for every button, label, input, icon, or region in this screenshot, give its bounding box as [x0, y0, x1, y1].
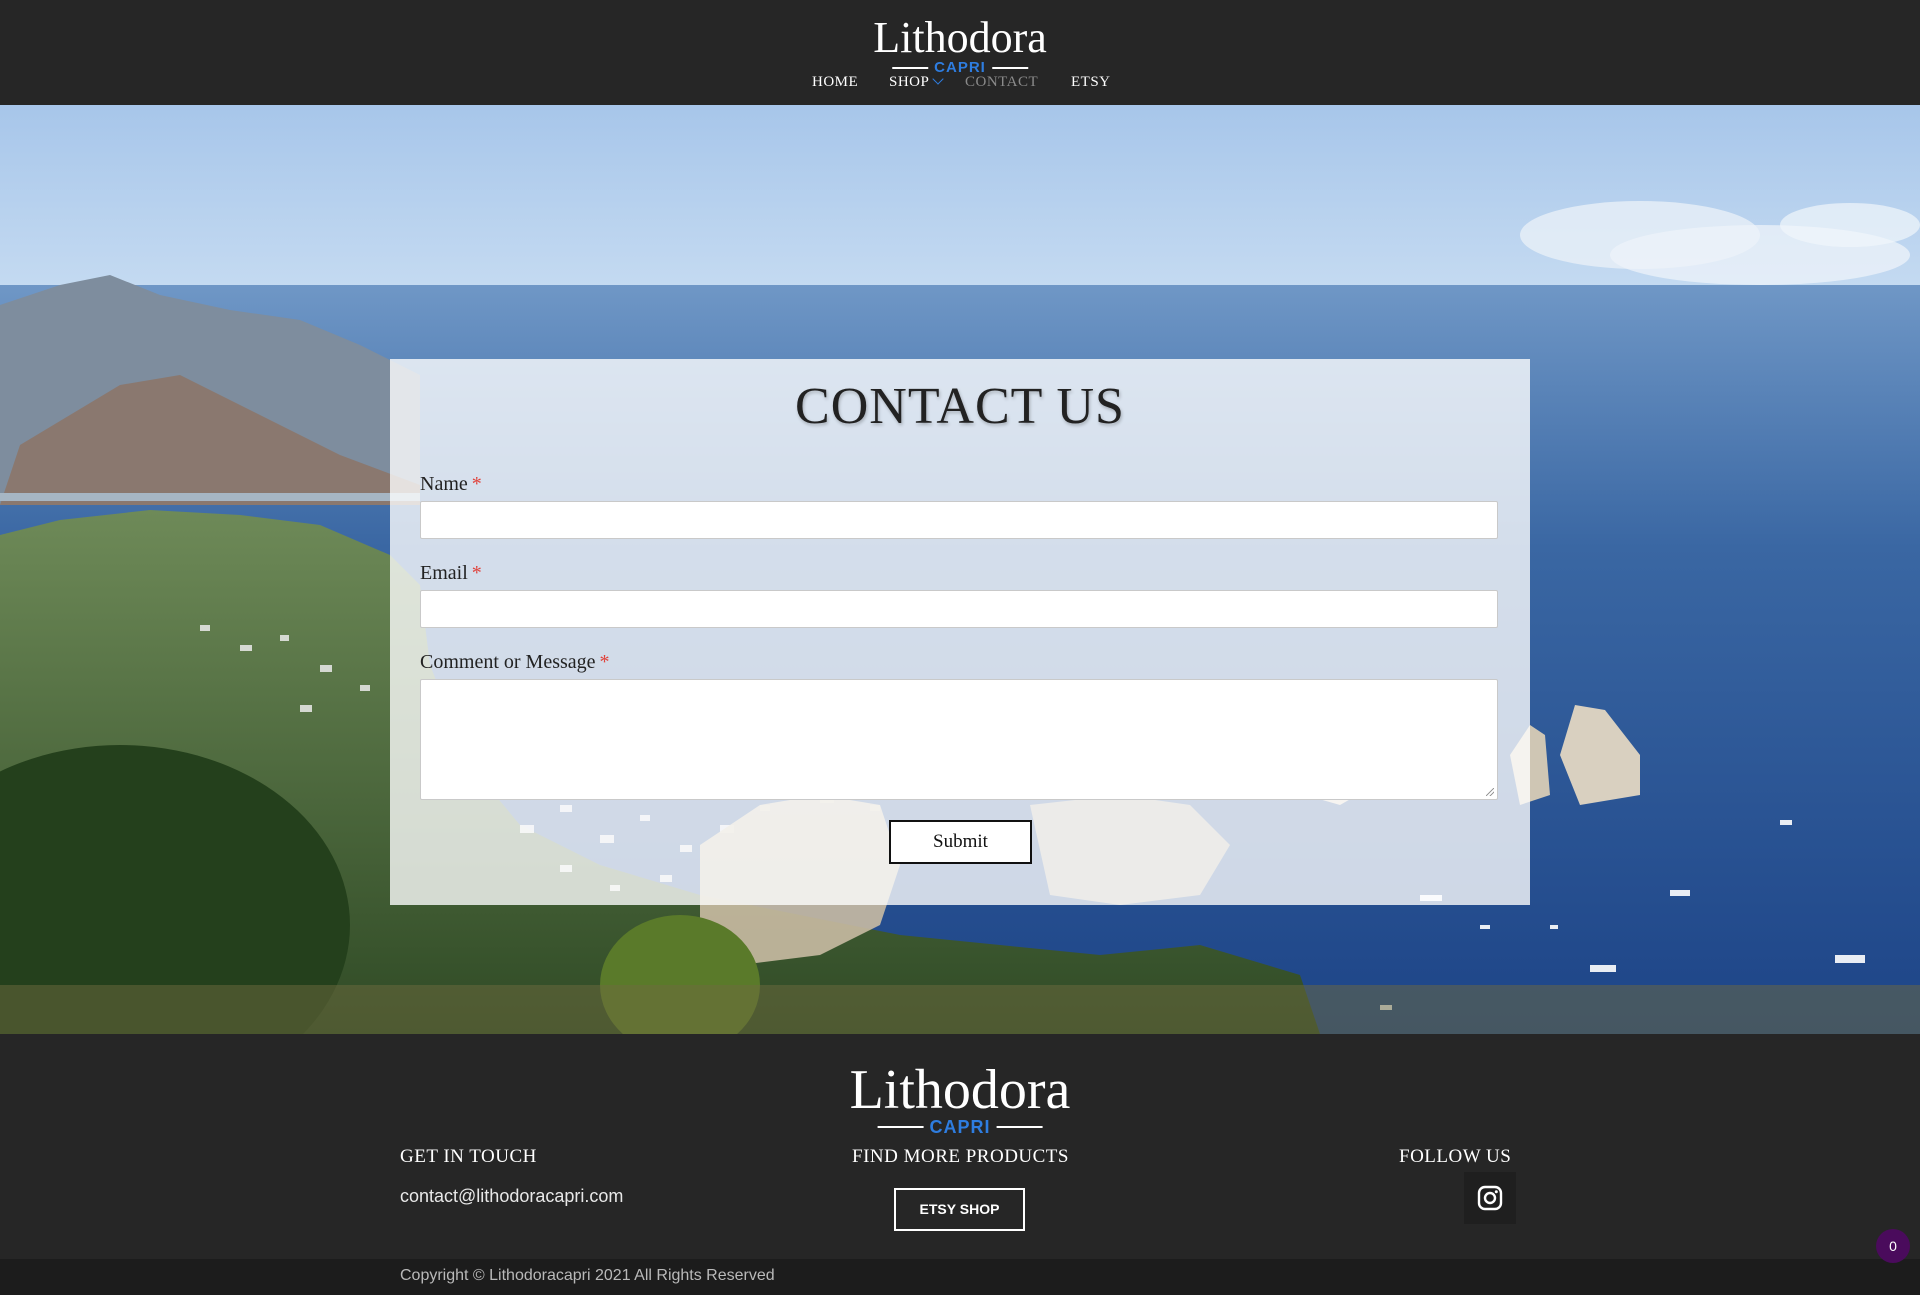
- footer-logo-wordmark: Lithodora: [849, 1059, 1071, 1121]
- required-marker: *: [471, 473, 482, 495]
- logo-subtitle-text: CAPRI: [934, 59, 986, 76]
- instagram-link[interactable]: [1464, 1172, 1516, 1224]
- etsy-shop-button[interactable]: ETSY SHOP: [894, 1188, 1025, 1231]
- contact-email-link[interactable]: contact@lithodoracapri.com: [400, 1186, 623, 1207]
- message-label-text: Comment or Message: [420, 651, 596, 673]
- name-field[interactable]: [420, 501, 1498, 539]
- logo-subtitle: CAPRI: [873, 60, 1047, 75]
- required-marker: *: [471, 562, 482, 584]
- footer-logo[interactable]: Lithodora CAPRI: [850, 1062, 1071, 1136]
- logo-rule-left: [892, 66, 929, 69]
- copyright-bar: Copyright © Lithodoracapri 2021 All Righ…: [0, 1259, 1920, 1295]
- page-title: CONTACT US: [795, 378, 1125, 435]
- instagram-icon: [1477, 1185, 1503, 1211]
- get-in-touch-heading: GET IN TOUCH: [400, 1146, 537, 1167]
- name-label: Name *: [420, 473, 482, 496]
- required-marker: *: [599, 651, 610, 673]
- copyright-text: Copyright © Lithodoracapri 2021 All Righ…: [400, 1267, 775, 1284]
- logo-wordmark: Lithodora: [873, 13, 1047, 62]
- footer-logo-rule-right: [996, 1126, 1043, 1128]
- footer-logo-rule-left: [877, 1126, 924, 1128]
- nav-home[interactable]: HOME: [812, 74, 858, 91]
- email-label: Email *: [420, 562, 482, 585]
- email-field[interactable]: [420, 590, 1498, 628]
- submit-button[interactable]: Submit: [889, 820, 1032, 864]
- header-logo[interactable]: Lithodora CAPRI: [873, 13, 1047, 76]
- logo-rule-right: [991, 66, 1028, 69]
- nav-contact[interactable]: CONTACT: [965, 74, 1038, 91]
- resize-handle[interactable]: [1486, 788, 1494, 796]
- nav-etsy[interactable]: ETSY: [1071, 74, 1111, 91]
- footer-logo-subtitle-text: CAPRI: [929, 1117, 991, 1137]
- nav-shop-label: SHOP: [889, 74, 930, 90]
- message-textarea[interactable]: [420, 679, 1498, 800]
- hero-background-image: CONTACT US Name * Email * Comment or Messa…: [0, 105, 1920, 1034]
- site-footer: Lithodora CAPRI GET IN TOUCH contact@lit…: [0, 1034, 1920, 1259]
- site-header: Lithodora CAPRI HOME SHOP CONTACT ETSY: [0, 0, 1920, 105]
- chevron-down-icon[interactable]: [932, 73, 945, 85]
- nav-shop[interactable]: SHOP: [889, 73, 945, 91]
- contact-form-panel: CONTACT US Name * Email * Comment or Messa…: [390, 359, 1530, 905]
- find-more-products-heading: FIND MORE PRODUCTS: [852, 1146, 1069, 1167]
- message-label: Comment or Message *: [420, 651, 610, 674]
- email-label-text: Email: [420, 562, 468, 584]
- cart-count-badge[interactable]: 0: [1876, 1229, 1910, 1263]
- follow-us-heading: FOLLOW US: [1399, 1146, 1512, 1167]
- name-label-text: Name: [420, 473, 468, 495]
